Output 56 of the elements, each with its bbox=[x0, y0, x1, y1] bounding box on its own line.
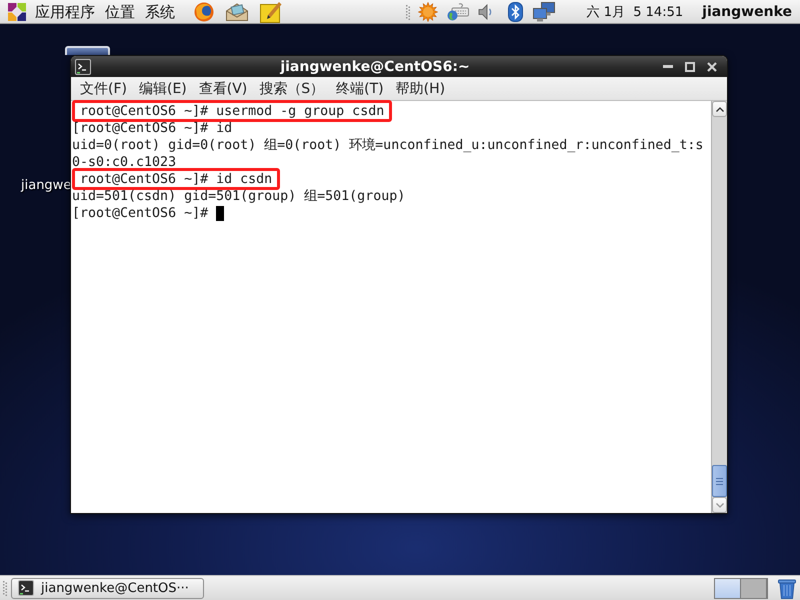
sun-icon bbox=[418, 2, 438, 22]
menu-item[interactable]: 文件(F) bbox=[77, 78, 130, 100]
terminal-line: 0-s0:c0.c1023 bbox=[72, 154, 176, 171]
mail-launcher[interactable] bbox=[226, 2, 248, 20]
volume-tray-button[interactable] bbox=[478, 4, 494, 20]
terminal-icon bbox=[18, 580, 34, 596]
menu-item[interactable]: 帮助(H) bbox=[392, 78, 448, 100]
window-title: jiangwenke@CentOS6:~ bbox=[280, 58, 470, 74]
menu-item[interactable]: 搜索（S） bbox=[256, 78, 328, 100]
menu-item[interactable]: 终端(T) bbox=[333, 78, 387, 100]
terminal-line: root@CentOS6 ~]# id csdn bbox=[79, 171, 272, 188]
terminal-icon[interactable] bbox=[75, 58, 91, 74]
menu-item[interactable]: 编辑(E) bbox=[136, 78, 190, 100]
browser-launcher[interactable] bbox=[194, 2, 214, 22]
network-icon bbox=[532, 2, 555, 22]
grip-icon bbox=[716, 478, 723, 484]
drag-handle-icon[interactable] bbox=[406, 4, 410, 20]
scrollbar[interactable] bbox=[711, 101, 727, 513]
keyboard-tray-button[interactable] bbox=[446, 2, 469, 20]
user-name[interactable]: jiangwenke bbox=[702, 4, 792, 20]
desktop-icon-label[interactable]: jiangwe bbox=[21, 178, 72, 193]
drag-handle-icon[interactable] bbox=[3, 580, 7, 596]
taskbar-button-label: jiangwenke@CentOS··· bbox=[41, 580, 189, 596]
terminal-line: [root@CentOS6 ~]# bbox=[72, 205, 208, 222]
maximize-icon bbox=[685, 62, 695, 72]
logo-icon[interactable] bbox=[8, 2, 26, 20]
network-tray-button[interactable] bbox=[532, 2, 555, 22]
caret-down-icon bbox=[716, 502, 724, 508]
caret-up-icon bbox=[716, 106, 724, 112]
menu-item[interactable]: 查看(V) bbox=[196, 78, 250, 100]
workspace[interactable] bbox=[715, 578, 741, 598]
scroll-up-button[interactable] bbox=[712, 101, 727, 117]
trash-icon[interactable] bbox=[778, 578, 796, 598]
notepad-icon bbox=[260, 0, 282, 22]
panel-menu[interactable]: 应用程序 bbox=[31, 0, 99, 22]
scroll-down-button[interactable] bbox=[712, 497, 727, 513]
bluetooth-tray-button[interactable] bbox=[508, 2, 523, 22]
terminal-line: uid=501(csdn) gid=501(group) 组=501(group) bbox=[72, 188, 406, 205]
terminal-line: [root@CentOS6 ~]# id bbox=[72, 120, 232, 137]
taskbar-button[interactable]: jiangwenke@CentOS··· bbox=[11, 578, 204, 598]
update-tray-button[interactable] bbox=[418, 2, 438, 22]
browser-icon bbox=[194, 2, 214, 22]
envelope-icon bbox=[226, 2, 248, 20]
speaker-icon bbox=[478, 4, 494, 20]
scrollbar-thumb[interactable] bbox=[712, 465, 727, 497]
panel-menu[interactable]: 位置 bbox=[101, 0, 139, 22]
desktop-icon[interactable] bbox=[65, 46, 110, 55]
clock[interactable]: 六 1月 5 14:51 bbox=[586, 2, 684, 20]
keyboard-globe-icon bbox=[446, 2, 469, 20]
bluetooth-icon bbox=[508, 2, 523, 22]
panel-menu[interactable]: 系统 bbox=[141, 0, 179, 22]
terminal-line: uid=0(root) gid=0(root) 组=0(root) 环境=unconfined_u:unconfined_r:unconfined_t:s bbox=[72, 137, 704, 154]
notes-launcher[interactable] bbox=[260, 0, 282, 22]
close-icon bbox=[707, 62, 717, 72]
terminal-line: root@CentOS6 ~]# usermod -g group csdn bbox=[79, 103, 384, 120]
minimize-icon bbox=[663, 65, 673, 68]
